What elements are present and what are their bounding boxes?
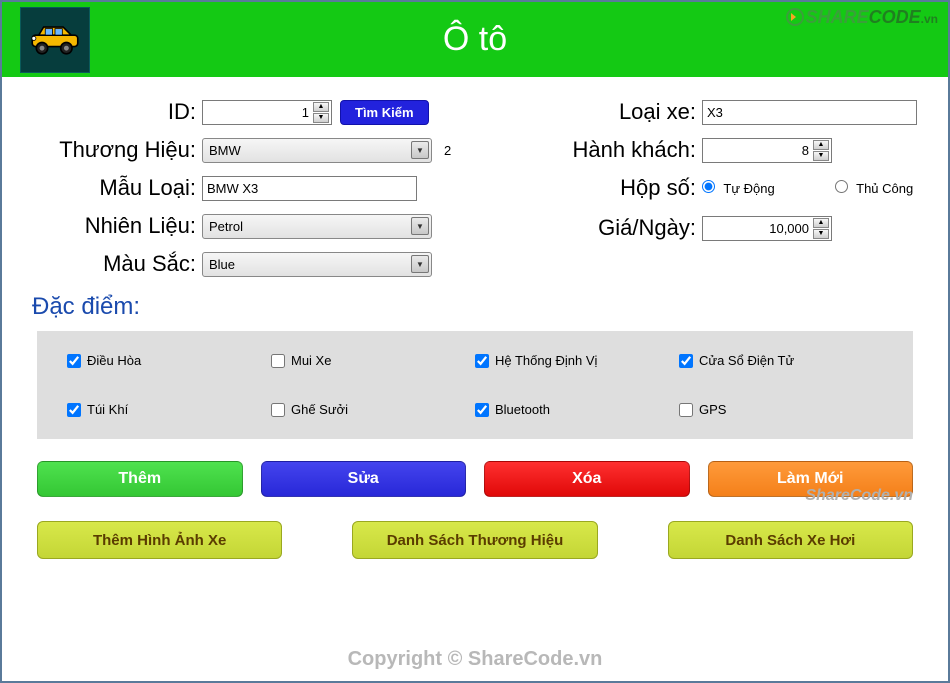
header-bar: Ô tô SHARECODE.vn [2,2,948,77]
feature-checkbox[interactable]: Cửa Sổ Điện Tử [679,353,883,368]
fuel-combo[interactable]: Petrol ▼ [202,214,432,239]
car-list-button[interactable]: Danh Sách Xe Hơi [668,521,913,559]
brand-list-button[interactable]: Danh Sách Thương Hiệu [352,521,597,559]
brand-side-value: 2 [444,143,451,158]
id-label: ID: [32,99,202,125]
chevron-down-icon: ▼ [411,217,429,235]
brand-label: Thương Hiệu: [32,137,202,163]
cartype-label: Loại xe: [532,99,702,125]
search-button[interactable]: Tìm Kiếm [340,100,429,125]
feature-checkbox[interactable]: Mui Xe [271,353,475,368]
feature-checkbox[interactable]: Bluetooth [475,402,679,417]
feature-checkbox[interactable]: Túi Khí [67,402,271,417]
car-icon [20,7,90,73]
price-spinner[interactable]: 10,000 ▲ ▼ [702,216,832,241]
price-spin-down[interactable]: ▼ [813,229,829,239]
cartype-input[interactable] [702,100,917,125]
watermark-mid: ShareCode.vn [805,487,913,505]
feature-checkbox[interactable]: Điều Hòa [67,353,271,368]
watermark-copy: Copyright © ShareCode.vn [348,648,603,671]
passengers-spin-down[interactable]: ▼ [813,151,829,161]
watermark-top: SHARECODE.vn [786,7,938,28]
fuel-label: Nhiên Liệu: [32,213,202,239]
id-spinner[interactable]: 1 ▲ ▼ [202,100,332,125]
feature-checkbox[interactable]: Ghế Sưởi [271,402,475,417]
id-spin-down[interactable]: ▼ [313,113,329,123]
model-input[interactable] [202,176,417,201]
price-label: Giá/Ngày: [532,215,702,241]
color-label: Màu Sắc: [32,251,202,277]
chevron-down-icon: ▼ [411,255,429,273]
passengers-spinner[interactable]: 8 ▲ ▼ [702,138,832,163]
add-image-button[interactable]: Thêm Hình Ảnh Xe [37,521,282,559]
edit-button[interactable]: Sửa [261,461,467,497]
feature-checkbox[interactable]: Hệ Thống Định Vị [475,353,679,368]
gearbox-auto-radio[interactable]: Tự Động [702,180,775,196]
add-button[interactable]: Thêm [37,461,243,497]
passengers-label: Hành khách: [532,137,702,163]
feature-checkbox[interactable]: GPS [679,402,883,417]
brand-combo[interactable]: BMW ▼ [202,138,432,163]
features-title: Đặc điểm: [32,293,918,321]
price-spin-up[interactable]: ▲ [813,218,829,228]
model-label: Mẫu Loại: [32,175,202,201]
passengers-spin-up[interactable]: ▲ [813,140,829,150]
id-spin-up[interactable]: ▲ [313,102,329,112]
features-panel: Điều Hòa Mui Xe Hệ Thống Định Vị Cửa Sổ … [37,331,913,439]
chevron-down-icon: ▼ [411,141,429,159]
page-title: Ô tô [443,20,507,59]
gearbox-manual-radio[interactable]: Thủ Công [835,180,913,196]
delete-button[interactable]: Xóa [484,461,690,497]
color-combo[interactable]: Blue ▼ [202,252,432,277]
gearbox-label: Hộp số: [532,175,702,201]
